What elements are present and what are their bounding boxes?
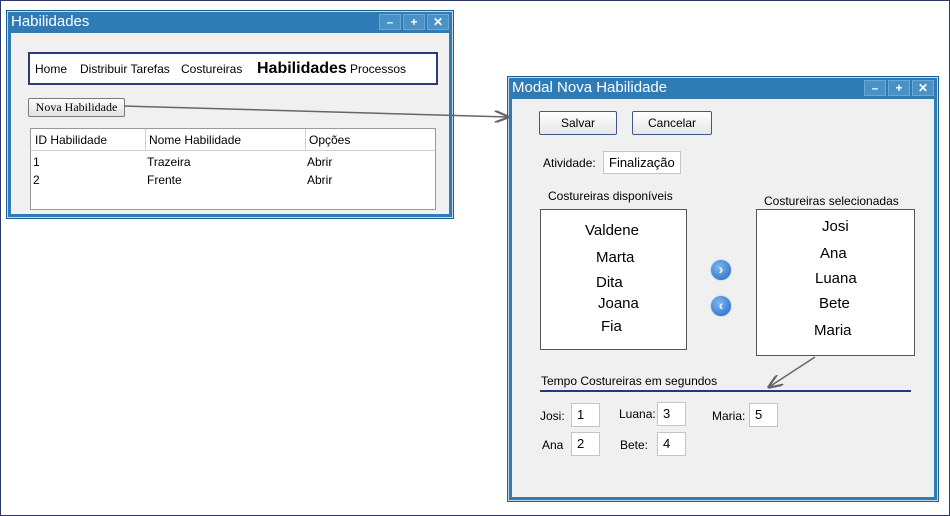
connector-arrows — [123, 105, 816, 516]
modal-link-arrow — [123, 105, 508, 117]
tempo-link-arrow — [769, 356, 816, 387]
